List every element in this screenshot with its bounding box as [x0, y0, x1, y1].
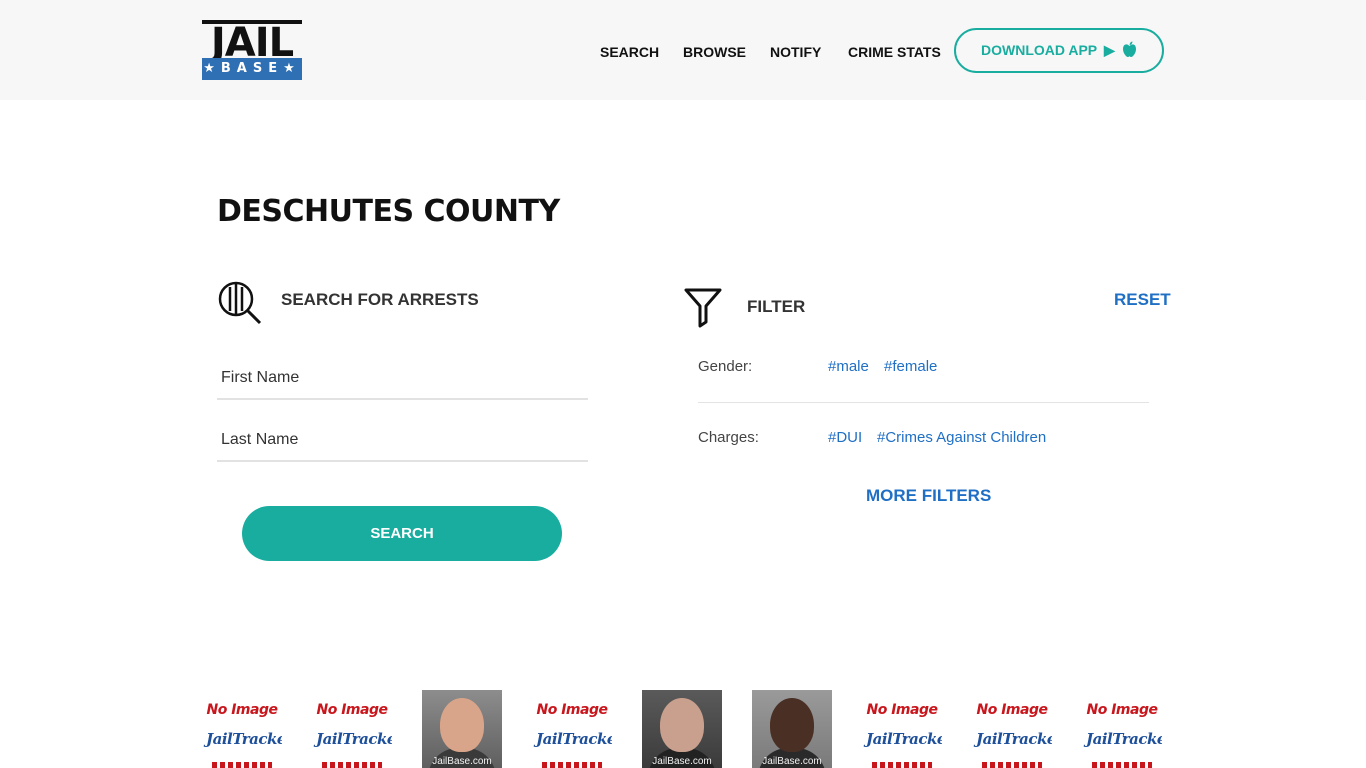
jailtracker-footer	[542, 762, 602, 768]
gender-label: Gender:	[698, 358, 753, 375]
mugshot-watermark: JailBase.com	[652, 756, 712, 767]
no-image-text: No Image	[866, 702, 938, 718]
first-name-input[interactable]	[217, 360, 592, 396]
jailtracker-logo: JailTracker	[206, 730, 282, 748]
arrest-thumbnail[interactable]: No Image JailTracker	[312, 690, 392, 768]
jailtracker-logo: JailTracker	[316, 730, 392, 748]
jailtracker-footer	[872, 762, 932, 768]
filter-divider	[698, 402, 1149, 403]
tag-dui[interactable]: #DUI	[828, 429, 862, 446]
play-store-icon: ▶	[1104, 42, 1115, 58]
jailtracker-logo: JailTracker	[866, 730, 942, 748]
search-button[interactable]: SEARCH	[242, 506, 562, 561]
tag-crimes-against-children[interactable]: #Crimes Against Children	[877, 429, 1046, 446]
nav-notify[interactable]: NOTIFY	[770, 44, 821, 60]
arrest-thumbnail[interactable]: JailBase.com	[642, 690, 722, 768]
nav-search[interactable]: SEARCH	[600, 44, 659, 60]
jailtracker-logo: JailTracker	[536, 730, 612, 748]
first-name-field[interactable]	[217, 360, 592, 400]
logo-wordmark-top: JAIL	[202, 20, 302, 58]
charges-label: Charges:	[698, 429, 759, 446]
download-app-label: DOWNLOAD APP	[981, 42, 1098, 58]
reset-filters-link[interactable]: RESET	[1114, 290, 1171, 310]
arrest-thumbnail[interactable]: No Image JailTracker	[532, 690, 612, 768]
arrest-thumbnail[interactable]: JailBase.com	[422, 690, 502, 768]
no-image-text: No Image	[976, 702, 1048, 718]
jailbase-logo[interactable]: JAIL ★BASE★	[202, 20, 302, 80]
no-image-text: No Image	[316, 702, 388, 718]
last-name-input[interactable]	[217, 422, 592, 458]
no-image-text: No Image	[1086, 702, 1158, 718]
jailtracker-footer	[322, 762, 382, 768]
search-section-title: SEARCH FOR ARRESTS	[281, 290, 479, 309]
filter-icon	[684, 288, 722, 328]
page-title: DESCHUTES COUNTY	[217, 194, 560, 229]
mugshot-face	[770, 698, 814, 752]
site-header: JAIL ★BASE★ SEARCH BROWSE NOTIFY CRIME S…	[0, 0, 1366, 100]
nav-crime-stats[interactable]: CRIME STATS	[848, 44, 941, 60]
jailtracker-logo: JailTracker	[1086, 730, 1162, 748]
arrest-thumbnail[interactable]: No Image JailTracker	[202, 690, 282, 768]
more-filters-link[interactable]: MORE FILTERS	[866, 486, 991, 506]
apple-icon	[1123, 30, 1136, 87]
jailtracker-logo: JailTracker	[976, 730, 1052, 748]
arrest-thumbnail[interactable]: JailBase.com	[752, 690, 832, 768]
jailtracker-footer	[212, 762, 272, 768]
jailtracker-footer	[982, 762, 1042, 768]
nav-browse[interactable]: BROWSE	[683, 44, 746, 60]
tag-female[interactable]: #female	[884, 358, 937, 375]
arrest-thumbnail[interactable]: No Image JailTracker	[972, 690, 1052, 768]
filter-section-title: FILTER	[747, 297, 806, 316]
jailtracker-footer	[1092, 762, 1152, 768]
arrest-thumbnail[interactable]: No Image JailTracker	[862, 690, 942, 768]
mugshot-watermark: JailBase.com	[762, 756, 822, 767]
logo-wordmark-bottom: ★BASE★	[202, 58, 302, 80]
no-image-text: No Image	[206, 702, 278, 718]
mugshot-face	[440, 698, 484, 752]
mugshot-face	[660, 698, 704, 752]
mugshot-watermark: JailBase.com	[432, 756, 492, 767]
arrest-thumbnail[interactable]: No Image JailTracker	[1082, 690, 1162, 768]
last-name-field[interactable]	[217, 422, 592, 462]
no-image-text: No Image	[536, 702, 608, 718]
tag-male[interactable]: #male	[828, 358, 869, 375]
download-app-button[interactable]: DOWNLOAD APP ▶	[954, 28, 1164, 73]
search-icon	[218, 281, 262, 325]
